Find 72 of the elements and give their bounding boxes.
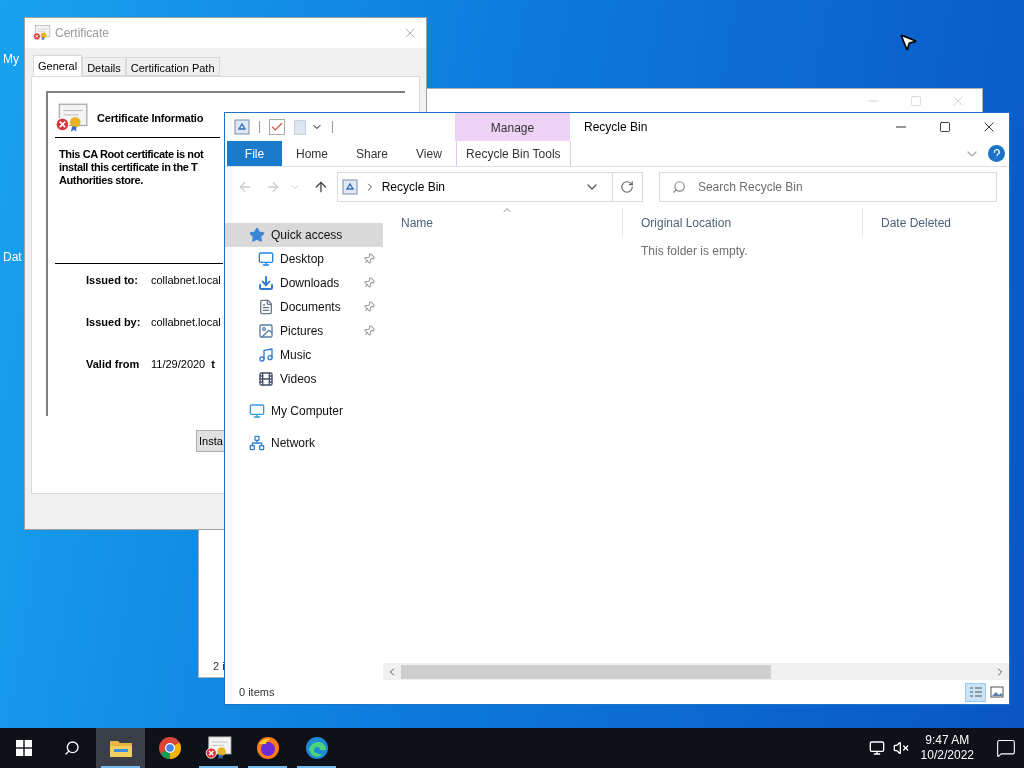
- refresh-icon[interactable]: [620, 180, 635, 194]
- nav-item[interactable]: Pictures: [225, 319, 383, 343]
- column-header[interactable]: Date Deleted: [863, 208, 1009, 237]
- desktop-icon: [258, 251, 274, 267]
- maximize-icon[interactable]: [939, 121, 951, 133]
- status-text: 0 items: [239, 684, 276, 700]
- nav-item[interactable]: Network: [225, 431, 383, 455]
- install-button[interactable]: Insta: [196, 430, 224, 452]
- nav-item[interactable]: My Computer: [225, 399, 383, 423]
- details-list-icon: [968, 686, 983, 698]
- image-icon: [989, 686, 1004, 698]
- nav-item[interactable]: Documents: [225, 295, 383, 319]
- ribbon-tab[interactable]: View: [402, 141, 456, 166]
- panel-heading: Certificate Informatio: [97, 110, 204, 126]
- network-icon[interactable]: [868, 740, 885, 756]
- column-header[interactable]: Original Location: [623, 208, 863, 237]
- music-note-icon: [258, 347, 274, 363]
- mouse-cursor-icon: [898, 32, 918, 52]
- field-label: Valid from: [86, 357, 141, 373]
- dialog-tab[interactable]: Certification Path: [125, 57, 220, 76]
- ribbon-tab[interactable]: File: [227, 141, 282, 166]
- help-icon[interactable]: [988, 145, 1005, 162]
- certificate-icon: [33, 25, 51, 41]
- dialog-tab[interactable]: Details: [82, 57, 126, 76]
- nav-item[interactable]: Music: [225, 343, 383, 367]
- window-title: Certificate: [55, 25, 111, 42]
- field-label: Issued by:: [86, 315, 141, 331]
- taskbar-app-button[interactable]: [96, 728, 145, 768]
- ribbon-tab[interactable]: Share: [342, 141, 403, 166]
- browser-icon: [157, 736, 182, 760]
- browser-icon: [304, 736, 329, 760]
- clock[interactable]: 9:47 AM 10/2/2022: [916, 733, 978, 763]
- horizontal-scrollbar[interactable]: [383, 663, 1009, 680]
- star-icon: [249, 227, 265, 243]
- field-value: collabnet.local: [151, 273, 221, 289]
- nav-item[interactable]: Videos: [225, 367, 383, 391]
- picture-icon: [258, 323, 274, 339]
- column-header[interactable]: Name: [383, 208, 623, 237]
- download-icon: [258, 275, 274, 291]
- nav-item[interactable]: Desktop: [225, 247, 383, 271]
- certificate-icon: [204, 736, 233, 760]
- certificate-message: This CA Root certificate is not install this certificate in the T Authorities store.: [59, 148, 204, 187]
- address-bar[interactable]: Recycle Bin: [336, 172, 643, 202]
- certificate-icon: [55, 103, 89, 133]
- ribbon-tab[interactable]: Recycle Bin Tools: [455, 141, 571, 166]
- window-title: Recycle Bin: [583, 119, 649, 136]
- volume-muted-icon[interactable]: [892, 740, 909, 756]
- ribbon-tab[interactable]: Home: [282, 141, 342, 166]
- network-icon: [249, 435, 265, 451]
- empty-folder-message: This folder is empty.: [641, 243, 748, 260]
- field-value: collabnet.local: [151, 315, 221, 331]
- notifications-icon[interactable]: [996, 738, 1016, 758]
- document-icon: [258, 299, 274, 315]
- computer-icon: [249, 403, 265, 419]
- field-label: t: [211, 357, 215, 373]
- search-icon: [64, 740, 80, 756]
- details-view-button[interactable]: [965, 682, 986, 702]
- nav-item[interactable]: Quick access: [225, 223, 383, 247]
- windows-logo-icon: [16, 740, 32, 756]
- recycle-bin-icon: [234, 119, 250, 135]
- search-field[interactable]: Search Recycle Bin: [658, 172, 997, 202]
- dialog-tab[interactable]: General: [33, 55, 83, 76]
- film-icon: [258, 371, 274, 387]
- browser-icon: [255, 736, 280, 760]
- field-label: Issued to:: [86, 273, 139, 289]
- properties-icon[interactable]: [269, 119, 285, 135]
- field-value: 11/29/2020: [151, 357, 206, 373]
- recycle-bin-icon: [341, 179, 358, 195]
- nav-item[interactable]: Downloads: [225, 271, 383, 295]
- search-icon: [671, 180, 686, 194]
- status-text: 2 i: [212, 658, 225, 674]
- folder-icon: [108, 738, 133, 758]
